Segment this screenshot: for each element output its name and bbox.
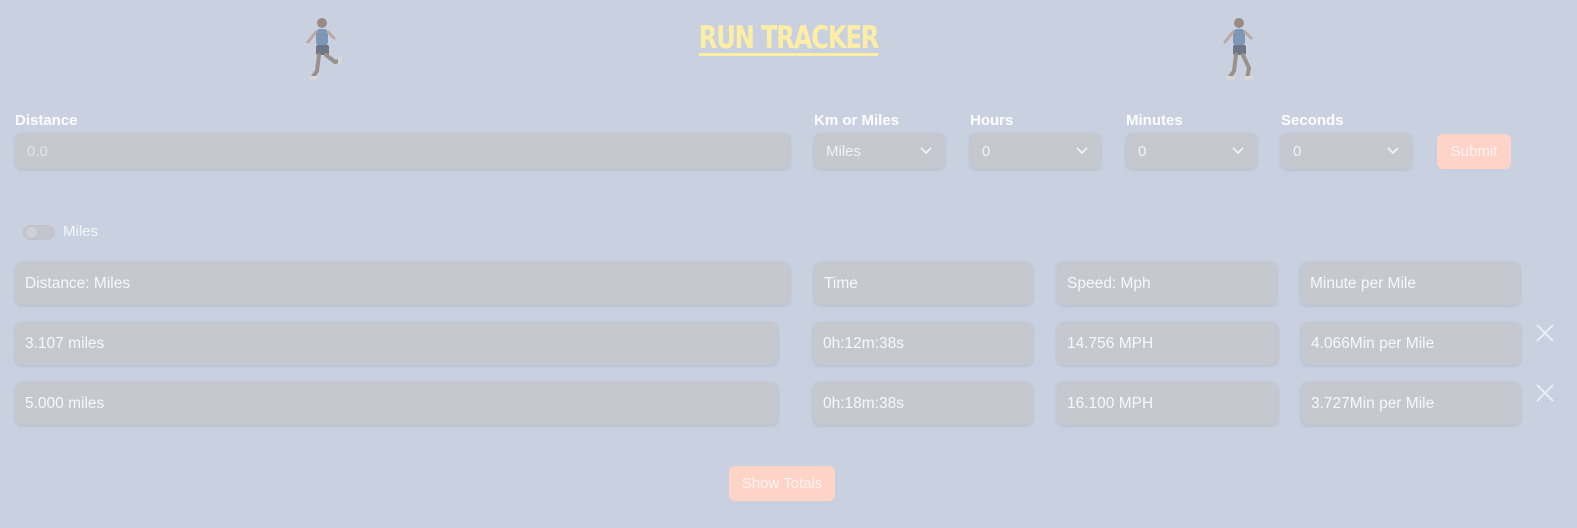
unit-toggle-label: Miles	[63, 223, 99, 240]
toggle-knob	[26, 227, 37, 238]
unit-select-value: Miles	[826, 142, 862, 160]
header-pace: Minute per Mile	[1300, 262, 1520, 305]
distance-label: Distance	[15, 112, 78, 129]
hours-select-value: 0	[982, 142, 991, 160]
row-2-distance: 5.000 miles	[15, 382, 778, 425]
header-speed: Speed: Mph	[1057, 262, 1277, 305]
header-time: Time	[814, 262, 1033, 305]
distance-placeholder: 0.0	[27, 142, 48, 160]
minutes-select-value: 0	[1138, 142, 1147, 160]
chevron-down-icon	[1387, 147, 1399, 155]
hours-select[interactable]: 0	[970, 133, 1101, 169]
seconds-select[interactable]: 0	[1281, 133, 1412, 169]
row-1-distance: 3.107 miles	[15, 322, 778, 365]
runner-right-image	[1219, 16, 1259, 84]
close-icon[interactable]	[1535, 383, 1555, 403]
chevron-down-icon	[1076, 147, 1088, 155]
row-1-pace: 4.066Min per Mile	[1301, 322, 1521, 365]
unit-label: Km or Miles	[814, 112, 900, 129]
show-totals-button[interactable]: Show Totals	[729, 466, 835, 501]
row-2-pace: 3.727Min per Mile	[1301, 382, 1521, 425]
minutes-label: Minutes	[1126, 112, 1183, 129]
chevron-down-icon	[920, 147, 932, 155]
row-1-time: 0h:12m:38s	[813, 322, 1033, 365]
row-1-speed: 14.756 MPH	[1057, 322, 1278, 365]
distance-input[interactable]: 0.0	[15, 133, 790, 169]
row-2-speed: 16.100 MPH	[1057, 382, 1278, 425]
hours-label: Hours	[970, 112, 1014, 129]
unit-toggle[interactable]	[23, 225, 55, 240]
minutes-select[interactable]: 0	[1126, 133, 1257, 169]
header-distance: Distance: Miles	[15, 262, 790, 305]
seconds-select-value: 0	[1293, 142, 1302, 160]
chevron-down-icon	[1232, 147, 1244, 155]
row-2-time: 0h:18m:38s	[813, 382, 1033, 425]
unit-select[interactable]: Miles	[814, 133, 945, 169]
seconds-label: Seconds	[1281, 112, 1344, 129]
submit-button[interactable]: Submit	[1437, 134, 1511, 169]
close-icon[interactable]	[1535, 323, 1555, 343]
